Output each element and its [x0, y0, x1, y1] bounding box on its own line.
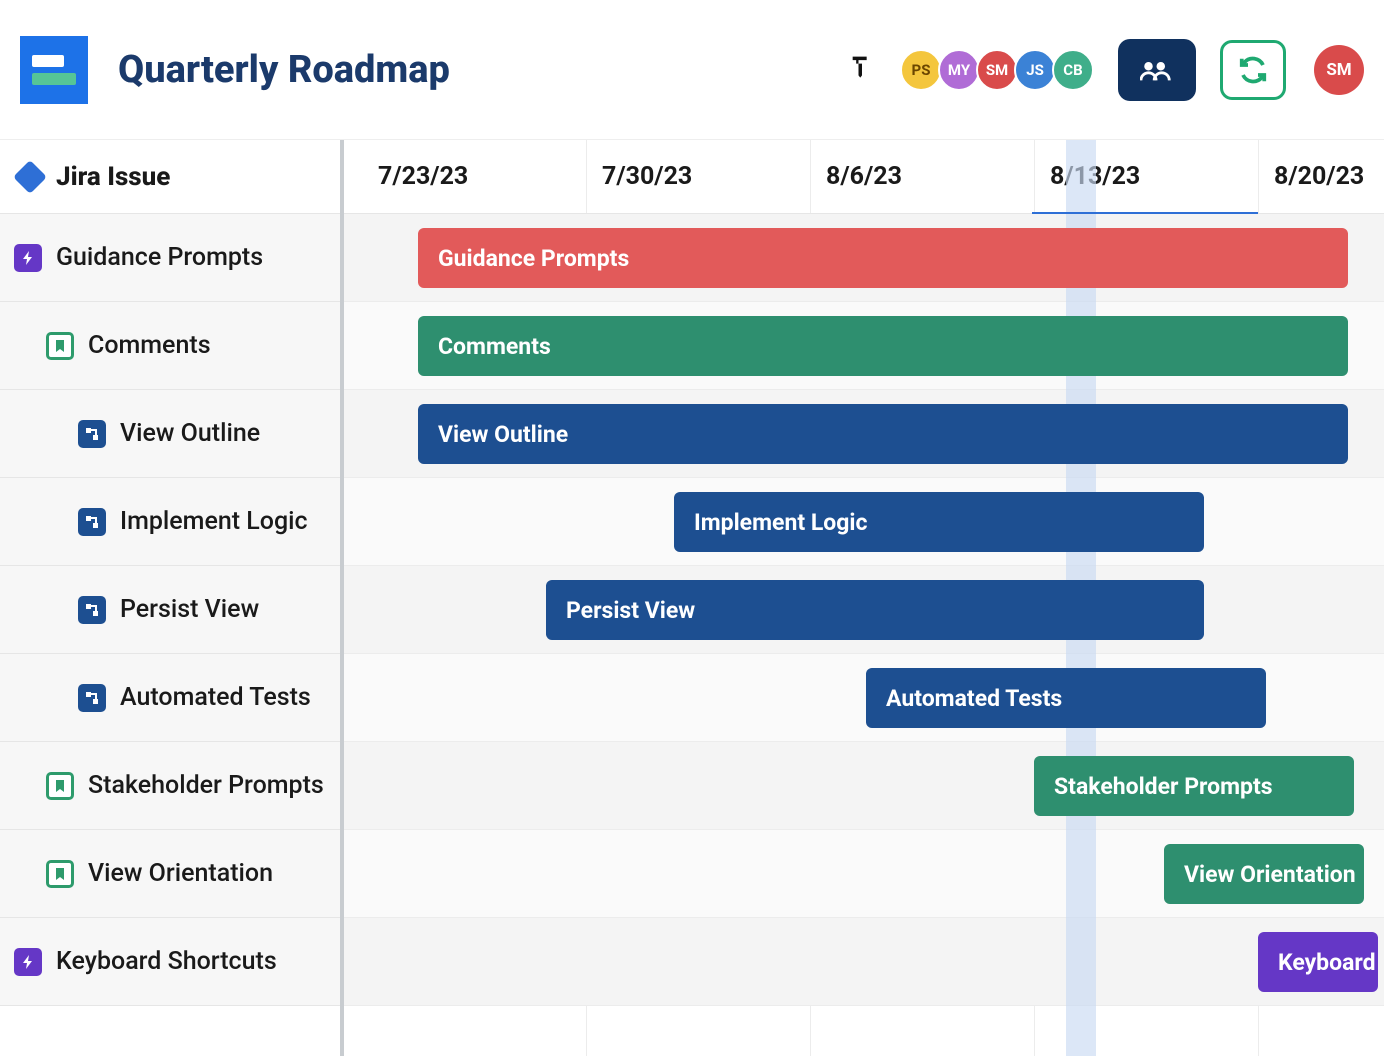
- refresh-button[interactable]: [1220, 40, 1286, 100]
- timeline-date: 8/6/23: [826, 162, 902, 191]
- story-icon: [46, 860, 74, 888]
- page-title: Quarterly Roadmap: [118, 48, 450, 92]
- timeline-body[interactable]: Guidance Prompts Comments View Outline Impl…: [344, 214, 1384, 1056]
- sidebar-item-label: View Orientation: [88, 859, 273, 888]
- sidebar-item[interactable]: View Orientation: [0, 830, 340, 918]
- today-indicator: [1066, 140, 1096, 213]
- collaborator-avatar[interactable]: PS: [900, 49, 942, 91]
- timeline-gridline: [586, 140, 587, 213]
- story-icon: [46, 772, 74, 800]
- story-icon: [46, 332, 74, 360]
- sidebar-item[interactable]: Persist View: [0, 566, 340, 654]
- jira-icon: [13, 160, 47, 194]
- collaborator-avatar[interactable]: CB: [1052, 49, 1094, 91]
- task-icon: [78, 508, 106, 536]
- epic-icon: [14, 244, 42, 272]
- gantt-bar[interactable]: Stakeholder Prompts: [1034, 756, 1354, 816]
- sidebar-item[interactable]: View Outline: [0, 390, 340, 478]
- task-icon: [78, 420, 106, 448]
- sidebar-item-label: View Outline: [120, 419, 260, 448]
- profile-avatar[interactable]: SM: [1314, 45, 1364, 95]
- sidebar-item[interactable]: Guidance Prompts: [0, 214, 340, 302]
- collaborator-avatar[interactable]: JS: [1014, 49, 1056, 91]
- sidebar-item-label: Implement Logic: [120, 507, 308, 536]
- sidebar-header-label: Jira Issue: [56, 162, 170, 192]
- sidebar-item-label: Automated Tests: [120, 683, 311, 712]
- app-header: Quarterly Roadmap PSMYSMJSCB SM: [0, 0, 1384, 140]
- gantt-bar[interactable]: Keyboard: [1258, 932, 1378, 992]
- gantt-bar[interactable]: Comments: [418, 316, 1348, 376]
- sidebar-item-label: Stakeholder Prompts: [88, 771, 324, 800]
- timeline-date: 7/30/23: [602, 162, 692, 191]
- format-icon[interactable]: [848, 52, 876, 88]
- timeline-date: 7/23/23: [378, 162, 468, 191]
- sidebar-item-label: Persist View: [120, 595, 259, 624]
- timeline-gridline: [1034, 140, 1035, 213]
- sidebar-item[interactable]: Implement Logic: [0, 478, 340, 566]
- gantt-bar[interactable]: View Orientation: [1164, 844, 1364, 904]
- sidebar-item[interactable]: Keyboard Shortcuts: [0, 918, 340, 1006]
- app-logo-icon: [20, 36, 88, 104]
- share-button[interactable]: [1118, 39, 1196, 101]
- gantt-bar[interactable]: Automated Tests: [866, 668, 1266, 728]
- timeline-date: 8/20/23: [1274, 162, 1364, 191]
- task-icon: [78, 596, 106, 624]
- sidebar-item-label: Guidance Prompts: [56, 243, 263, 272]
- issue-sidebar: Jira Issue Guidance Prompts Comments View …: [0, 140, 344, 1056]
- timeline-row-bg: [344, 918, 1384, 1006]
- collaborator-avatars[interactable]: PSMYSMJSCB: [904, 49, 1094, 91]
- gantt-bar[interactable]: View Outline: [418, 404, 1348, 464]
- sidebar-item-label: Keyboard Shortcuts: [56, 947, 277, 976]
- sidebar-item-label: Comments: [88, 331, 211, 360]
- collaborator-avatar[interactable]: MY: [938, 49, 980, 91]
- timeline-gridline: [1258, 140, 1259, 213]
- sidebar-item[interactable]: Comments: [0, 302, 340, 390]
- gantt-bar[interactable]: Guidance Prompts: [418, 228, 1348, 288]
- current-week-underline: [1032, 212, 1258, 214]
- collaborator-avatar[interactable]: SM: [976, 49, 1018, 91]
- epic-icon: [14, 948, 42, 976]
- gantt-bar[interactable]: Implement Logic: [674, 492, 1204, 552]
- timeline[interactable]: 7/23/237/30/238/6/238/13/238/20/23 Guida…: [344, 140, 1384, 1056]
- sidebar-item[interactable]: Automated Tests: [0, 654, 340, 742]
- task-icon: [78, 684, 106, 712]
- sidebar-item[interactable]: Stakeholder Prompts: [0, 742, 340, 830]
- timeline-header: 7/23/237/30/238/6/238/13/238/20/23: [344, 140, 1384, 214]
- timeline-gridline: [810, 140, 811, 213]
- gantt-bar[interactable]: Persist View: [546, 580, 1204, 640]
- sidebar-header[interactable]: Jira Issue: [0, 140, 340, 214]
